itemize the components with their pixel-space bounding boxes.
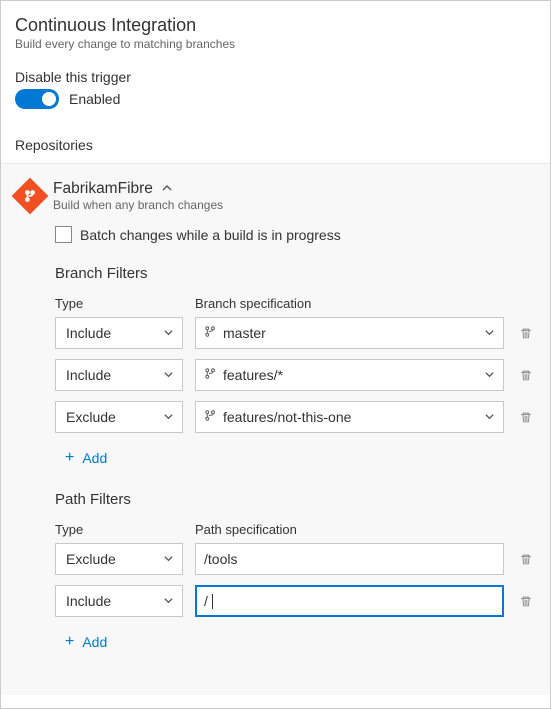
branch-type-column-header: Type — [55, 296, 183, 311]
batch-changes-label: Batch changes while a build is in progre… — [80, 227, 341, 243]
text-caret — [212, 594, 213, 609]
path-filter-row: Include / — [55, 585, 536, 617]
chevron-down-icon — [163, 367, 174, 383]
branch-type-select[interactable]: Exclude — [55, 401, 183, 433]
page-subtitle: Build every change to matching branches — [15, 37, 536, 51]
branch-spec-input[interactable]: features/not-this-one — [195, 401, 504, 433]
repository-name: FabrikamFibre — [53, 180, 153, 198]
path-spec-input[interactable]: / — [195, 585, 504, 617]
chevron-down-icon — [484, 409, 495, 425]
delete-row-button[interactable] — [516, 407, 536, 427]
trash-icon — [519, 594, 533, 608]
trash-icon — [519, 552, 533, 566]
branch-type-value: Include — [66, 367, 111, 383]
branch-type-value: Include — [66, 325, 111, 341]
branch-filter-row: Exclude features/not-this-one — [55, 401, 536, 433]
add-branch-filter-button[interactable]: + Add — [65, 449, 107, 467]
branch-filters-heading: Branch Filters — [55, 265, 536, 282]
path-type-value: Include — [66, 593, 111, 609]
trigger-state-label: Enabled — [69, 91, 120, 107]
path-type-column-header: Type — [55, 522, 183, 537]
chevron-down-icon — [163, 551, 174, 567]
add-path-filter-button[interactable]: + Add — [65, 633, 107, 651]
branch-spec-input[interactable]: features/* — [195, 359, 504, 391]
path-type-select[interactable]: Include — [55, 585, 183, 617]
branch-spec-value: features/not-this-one — [223, 409, 351, 425]
plus-icon: + — [65, 633, 74, 651]
branch-icon — [204, 409, 217, 425]
branch-icon — [204, 367, 217, 383]
trash-icon — [519, 326, 533, 340]
path-filters-heading: Path Filters — [55, 491, 536, 508]
git-repo-icon — [12, 178, 49, 215]
path-spec-input[interactable]: /tools — [195, 543, 504, 575]
toggle-knob — [42, 92, 56, 106]
branch-spec-value: features/* — [223, 367, 283, 383]
chevron-down-icon — [163, 325, 174, 341]
delete-row-button[interactable] — [516, 323, 536, 343]
chevron-up-icon — [161, 182, 173, 197]
trash-icon — [519, 368, 533, 382]
plus-icon: + — [65, 449, 74, 467]
chevron-down-icon — [163, 593, 174, 609]
repository-subtitle: Build when any branch changes — [53, 198, 223, 212]
branch-spec-input[interactable]: master — [195, 317, 504, 349]
add-path-filter-label: Add — [82, 634, 107, 650]
branch-filter-row: Include master — [55, 317, 536, 349]
trigger-toggle[interactable] — [15, 89, 59, 109]
branch-filter-row: Include features/* — [55, 359, 536, 391]
trash-icon — [519, 410, 533, 424]
path-spec-value: /tools — [204, 551, 237, 567]
path-type-select[interactable]: Exclude — [55, 543, 183, 575]
batch-changes-checkbox[interactable] — [55, 226, 72, 243]
delete-row-button[interactable] — [516, 591, 536, 611]
delete-row-button[interactable] — [516, 549, 536, 569]
branch-spec-column-header: Branch specification — [195, 296, 536, 311]
chevron-down-icon — [484, 367, 495, 383]
path-filter-row: Exclude /tools — [55, 543, 536, 575]
chevron-down-icon — [484, 325, 495, 341]
branch-type-value: Exclude — [66, 409, 116, 425]
repositories-heading: Repositories — [15, 137, 536, 153]
branch-type-select[interactable]: Include — [55, 359, 183, 391]
repository-card: FabrikamFibre Build when any branch chan… — [1, 163, 550, 695]
branch-icon — [204, 325, 217, 341]
path-spec-column-header: Path specification — [195, 522, 536, 537]
branch-type-select[interactable]: Include — [55, 317, 183, 349]
page-title: Continuous Integration — [15, 15, 536, 36]
path-spec-value: / — [204, 593, 208, 609]
disable-trigger-label: Disable this trigger — [15, 69, 536, 85]
add-branch-filter-label: Add — [82, 450, 107, 466]
path-type-value: Exclude — [66, 551, 116, 567]
branch-spec-value: master — [223, 325, 266, 341]
repository-header[interactable]: FabrikamFibre Build when any branch chan… — [1, 180, 550, 212]
chevron-down-icon — [163, 409, 174, 425]
delete-row-button[interactable] — [516, 365, 536, 385]
